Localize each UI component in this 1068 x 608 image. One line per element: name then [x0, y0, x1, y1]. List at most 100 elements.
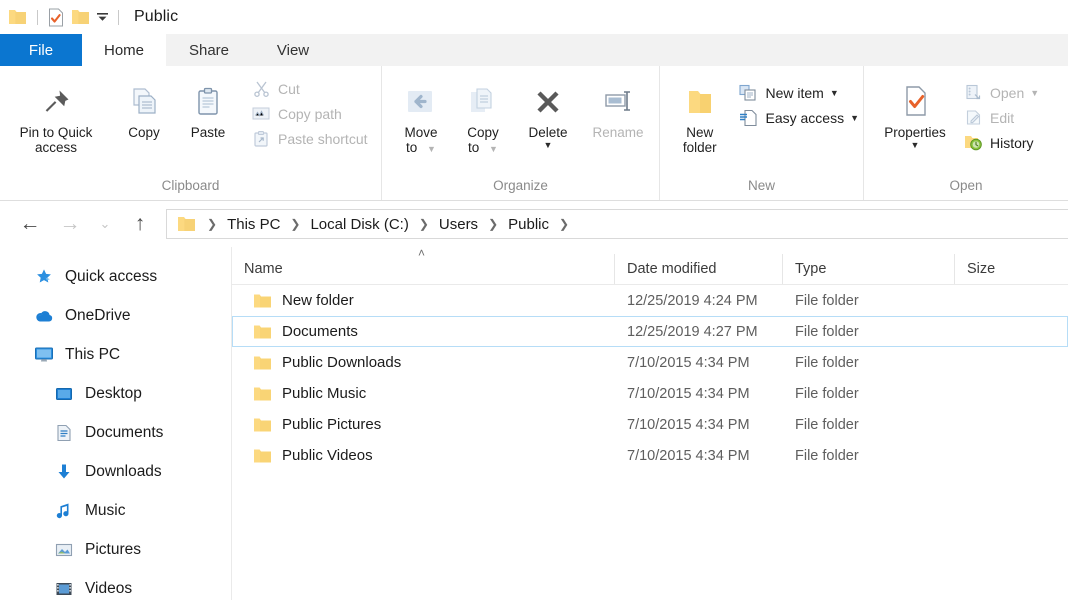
row-date-cell: 7/10/2015 4:34 PM — [627, 354, 750, 371]
table-row[interactable]: Public Videos 7/10/2015 4:34 PM File fol… — [232, 440, 1068, 471]
cut-button[interactable]: Cut — [246, 76, 372, 101]
table-row[interactable]: Public Music 7/10/2015 4:34 PM File fold… — [232, 378, 1068, 409]
copy-to-caret-icon[interactable]: ▼ — [489, 144, 498, 154]
ribbon: Pin to Quick access Copy Paste Cut Copy … — [0, 66, 1068, 201]
sidebar-item-downloads[interactable]: Downloads — [0, 452, 231, 491]
breadcrumb[interactable]: ❯ This PC ❯ Local Disk (C:) ❯ Users ❯ Pu… — [166, 209, 1068, 239]
open-button[interactable]: Open ▼ — [958, 80, 1043, 105]
row-name-label: Public Music — [282, 385, 367, 402]
copy-label: Copy — [128, 125, 160, 140]
paste-button[interactable]: Paste — [176, 74, 240, 140]
sidebar-item-videos[interactable]: Videos — [0, 569, 231, 608]
open-small-commands: Open ▼ Edit History — [958, 74, 1043, 155]
new-item-caret-icon[interactable]: ▼ — [830, 88, 839, 98]
copy-to-button[interactable]: Copy to ▼ — [452, 74, 514, 157]
sidebar-item-onedrive[interactable]: OneDrive — [0, 296, 231, 335]
breadcrumb-separator-0[interactable]: ❯ — [199, 217, 225, 231]
row-date-cell: 12/25/2019 4:24 PM — [627, 292, 758, 309]
customize-quick-access-caret-icon[interactable] — [93, 7, 111, 27]
row-type-cell: File folder — [795, 323, 859, 340]
up-button[interactable]: ↑ — [120, 207, 160, 241]
row-name-cell: Public Downloads — [233, 354, 615, 371]
sidebar-item-this-pc[interactable]: This PC — [0, 335, 231, 374]
recent-locations-button[interactable]: ⌄ — [90, 207, 120, 241]
picture-icon — [52, 539, 76, 561]
breadcrumb-separator-3[interactable]: ❯ — [480, 217, 506, 231]
ribbon-group-open: Properties ▼ Open ▼ Edit History Open — [864, 66, 1068, 200]
delete-button[interactable]: Delete ▼ — [514, 74, 582, 150]
table-row[interactable]: Public Downloads 7/10/2015 4:34 PM File … — [232, 347, 1068, 378]
move-to-caret-icon[interactable]: ▼ — [427, 144, 436, 154]
row-date-cell: 7/10/2015 4:34 PM — [627, 385, 750, 402]
tab-home[interactable]: Home — [82, 34, 166, 66]
quick-access-divider — [37, 9, 38, 25]
breadcrumb-separator-4[interactable]: ❯ — [551, 217, 577, 231]
new-item-button[interactable]: New item ▼ — [733, 80, 863, 105]
tab-share[interactable]: Share — [166, 34, 252, 66]
breadcrumb-separator-2[interactable]: ❯ — [411, 217, 437, 231]
group-label-organize: Organize — [493, 178, 548, 193]
folder-icon — [253, 448, 272, 464]
breadcrumb-local-disk[interactable]: Local Disk (C:) — [308, 216, 410, 233]
breadcrumb-this-pc[interactable]: This PC — [225, 216, 282, 233]
properties-icon[interactable] — [45, 6, 67, 28]
table-row[interactable]: New folder 12/25/2019 4:24 PM File folde… — [232, 285, 1068, 316]
column-header-name[interactable]: Name ˄ — [232, 246, 614, 284]
row-name-label: Public Downloads — [282, 354, 402, 371]
column-header-date-modified[interactable]: Date modified — [614, 254, 782, 284]
sidebar-item-music[interactable]: Music — [0, 491, 231, 530]
easy-access-button[interactable]: Easy access ▼ — [733, 105, 863, 130]
properties-large-icon — [898, 78, 932, 120]
open-caret-icon[interactable]: ▼ — [1030, 88, 1039, 98]
easy-access-caret-icon[interactable]: ▼ — [850, 113, 859, 123]
copy-path-button[interactable]: Copy path — [246, 101, 372, 126]
main-content: Quick access OneDrive This PC Desktop Do… — [0, 246, 1068, 600]
pin-to-quick-access-button[interactable]: Pin to Quick access — [0, 74, 112, 155]
rename-button[interactable]: Rename — [582, 74, 654, 140]
sidebar-item-documents[interactable]: Documents — [0, 413, 231, 452]
column-header-size[interactable]: Size — [954, 254, 1064, 284]
tab-file[interactable]: File — [0, 34, 82, 66]
cloud-icon — [32, 305, 56, 327]
table-row[interactable]: Public Pictures 7/10/2015 4:34 PM File f… — [232, 409, 1068, 440]
navigation-pane: Quick access OneDrive This PC Desktop Do… — [0, 247, 232, 600]
history-button[interactable]: History — [958, 130, 1043, 155]
pin-icon — [39, 78, 73, 120]
folder-icon — [253, 293, 272, 309]
sidebar-item-quick-access[interactable]: Quick access — [0, 257, 231, 296]
easy-access-icon — [737, 108, 759, 128]
tab-view[interactable]: View — [252, 34, 334, 66]
copy-button[interactable]: Copy — [112, 74, 176, 140]
new-folder-button[interactable]: New folder — [670, 74, 729, 155]
sidebar-item-pictures[interactable]: Pictures — [0, 530, 231, 569]
row-name-label: Public Pictures — [282, 416, 382, 433]
table-row[interactable]: Documents 12/25/2019 4:27 PM File folder — [232, 316, 1068, 347]
music-icon — [52, 500, 76, 522]
group-label-open: Open — [949, 178, 983, 193]
ribbon-tab-strip: File Home Share View — [0, 34, 1068, 66]
sidebar-label-onedrive: OneDrive — [65, 306, 131, 324]
breadcrumb-users[interactable]: Users — [437, 216, 480, 233]
row-type-cell: File folder — [795, 416, 859, 433]
folder-icon — [253, 386, 272, 402]
sidebar-label-documents: Documents — [85, 423, 164, 441]
column-headers: Name ˄ Date modified Type Size — [232, 246, 1068, 285]
delete-caret-icon[interactable]: ▼ — [544, 141, 553, 150]
breadcrumb-public[interactable]: Public — [506, 216, 551, 233]
row-type-cell: File folder — [795, 354, 859, 371]
edit-button[interactable]: Edit — [958, 105, 1043, 130]
video-icon — [52, 578, 76, 600]
properties-button[interactable]: Properties ▼ — [874, 74, 956, 150]
back-button[interactable]: ← — [10, 207, 50, 241]
forward-button[interactable]: → — [50, 207, 90, 241]
properties-caret-icon[interactable]: ▼ — [911, 141, 920, 150]
sidebar-item-desktop[interactable]: Desktop — [0, 374, 231, 413]
row-name-cell: New folder — [233, 292, 615, 309]
new-folder-icon[interactable] — [69, 6, 91, 28]
monitor-icon — [32, 344, 56, 366]
column-header-type[interactable]: Type — [782, 254, 954, 284]
download-icon — [52, 461, 76, 483]
breadcrumb-separator-1[interactable]: ❯ — [282, 217, 308, 231]
move-to-button[interactable]: Move to ▼ — [390, 74, 452, 157]
paste-shortcut-button[interactable]: Paste shortcut — [246, 126, 372, 151]
